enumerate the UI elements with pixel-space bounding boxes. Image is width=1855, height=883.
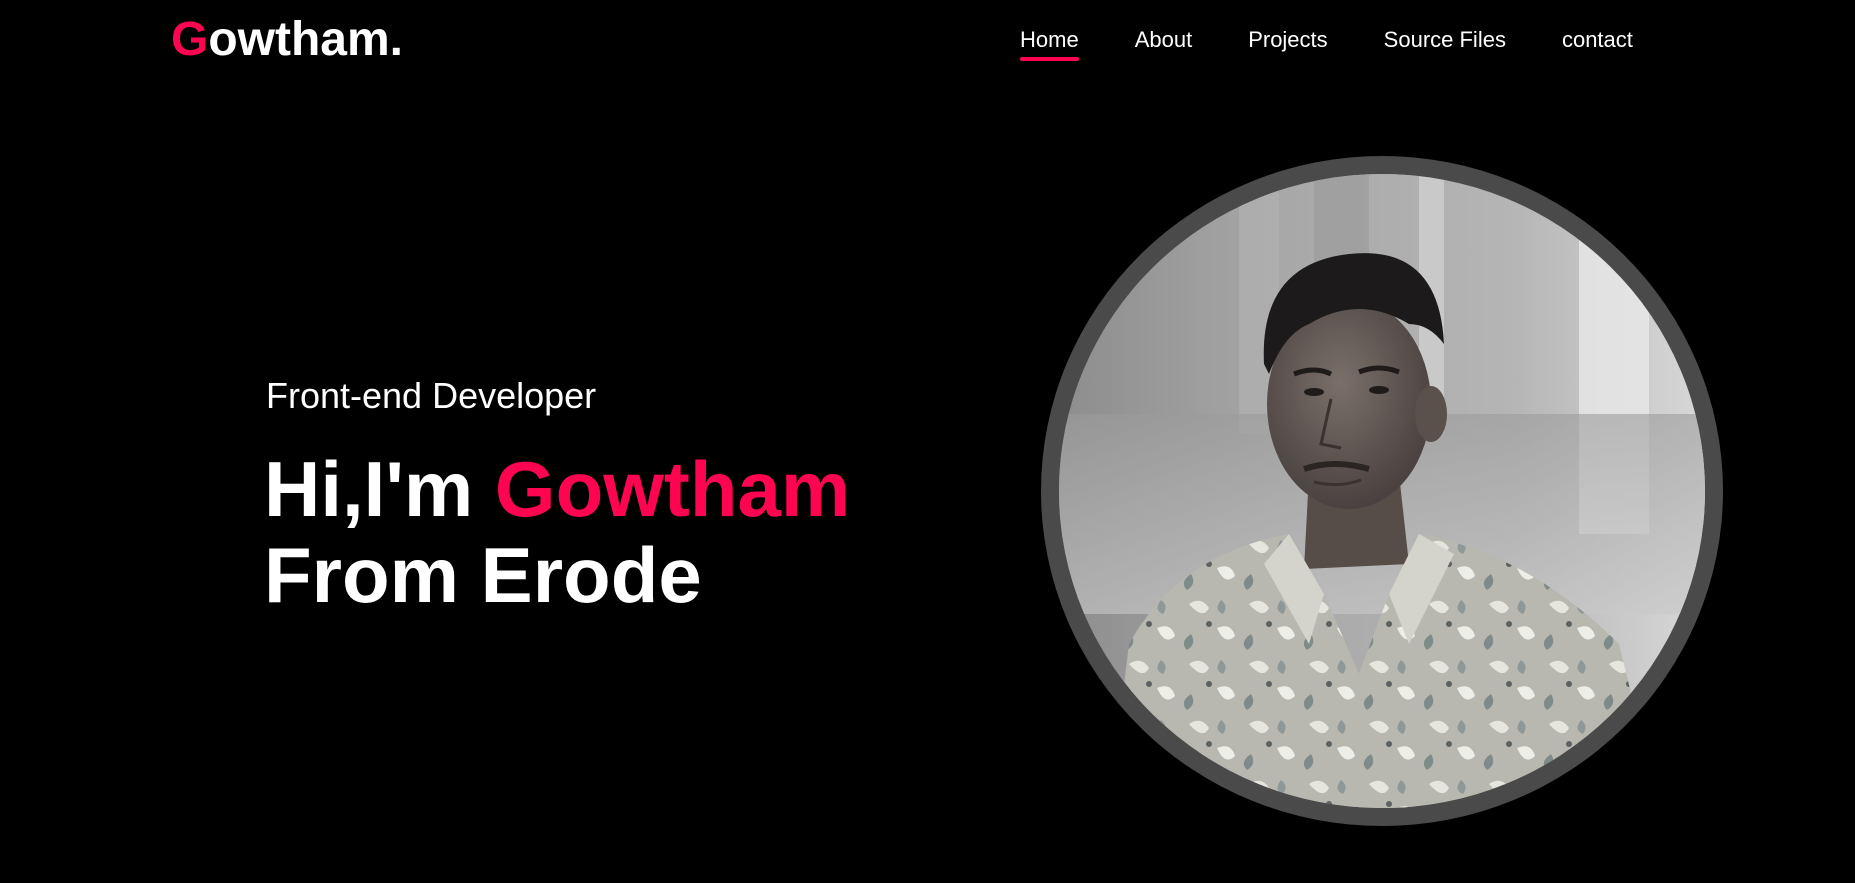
site-logo[interactable]: Gowtham. <box>171 12 403 68</box>
nav-about[interactable]: About <box>1135 27 1193 53</box>
main-nav: Home About Projects Source Files contact <box>1020 27 1633 67</box>
hero-greeting: Hi,I'm <box>264 445 495 533</box>
page: Gowtham. Home About Projects Source File… <box>0 0 1855 883</box>
profile-photo <box>1059 174 1705 808</box>
hero-name: Gowtham <box>494 445 851 533</box>
hero-role: Front-end Developer <box>266 375 597 416</box>
nav-source-files[interactable]: Source Files <box>1384 27 1506 53</box>
nav-contact[interactable]: contact <box>1562 27 1633 53</box>
nav-projects[interactable]: Projects <box>1248 27 1327 53</box>
logo-initial: G <box>171 13 209 66</box>
hero-headline: Hi,I'm Gowtham From Erode <box>264 446 850 618</box>
profile-photo-illustration <box>1059 174 1705 808</box>
hero-origin: From Erode <box>264 531 702 619</box>
portrait-frame <box>1041 156 1723 826</box>
hero-greeting-line: Hi,I'm Gowtham <box>264 446 850 532</box>
nav-home[interactable]: Home <box>1020 27 1079 61</box>
logo-text: owtham. <box>208 13 404 66</box>
